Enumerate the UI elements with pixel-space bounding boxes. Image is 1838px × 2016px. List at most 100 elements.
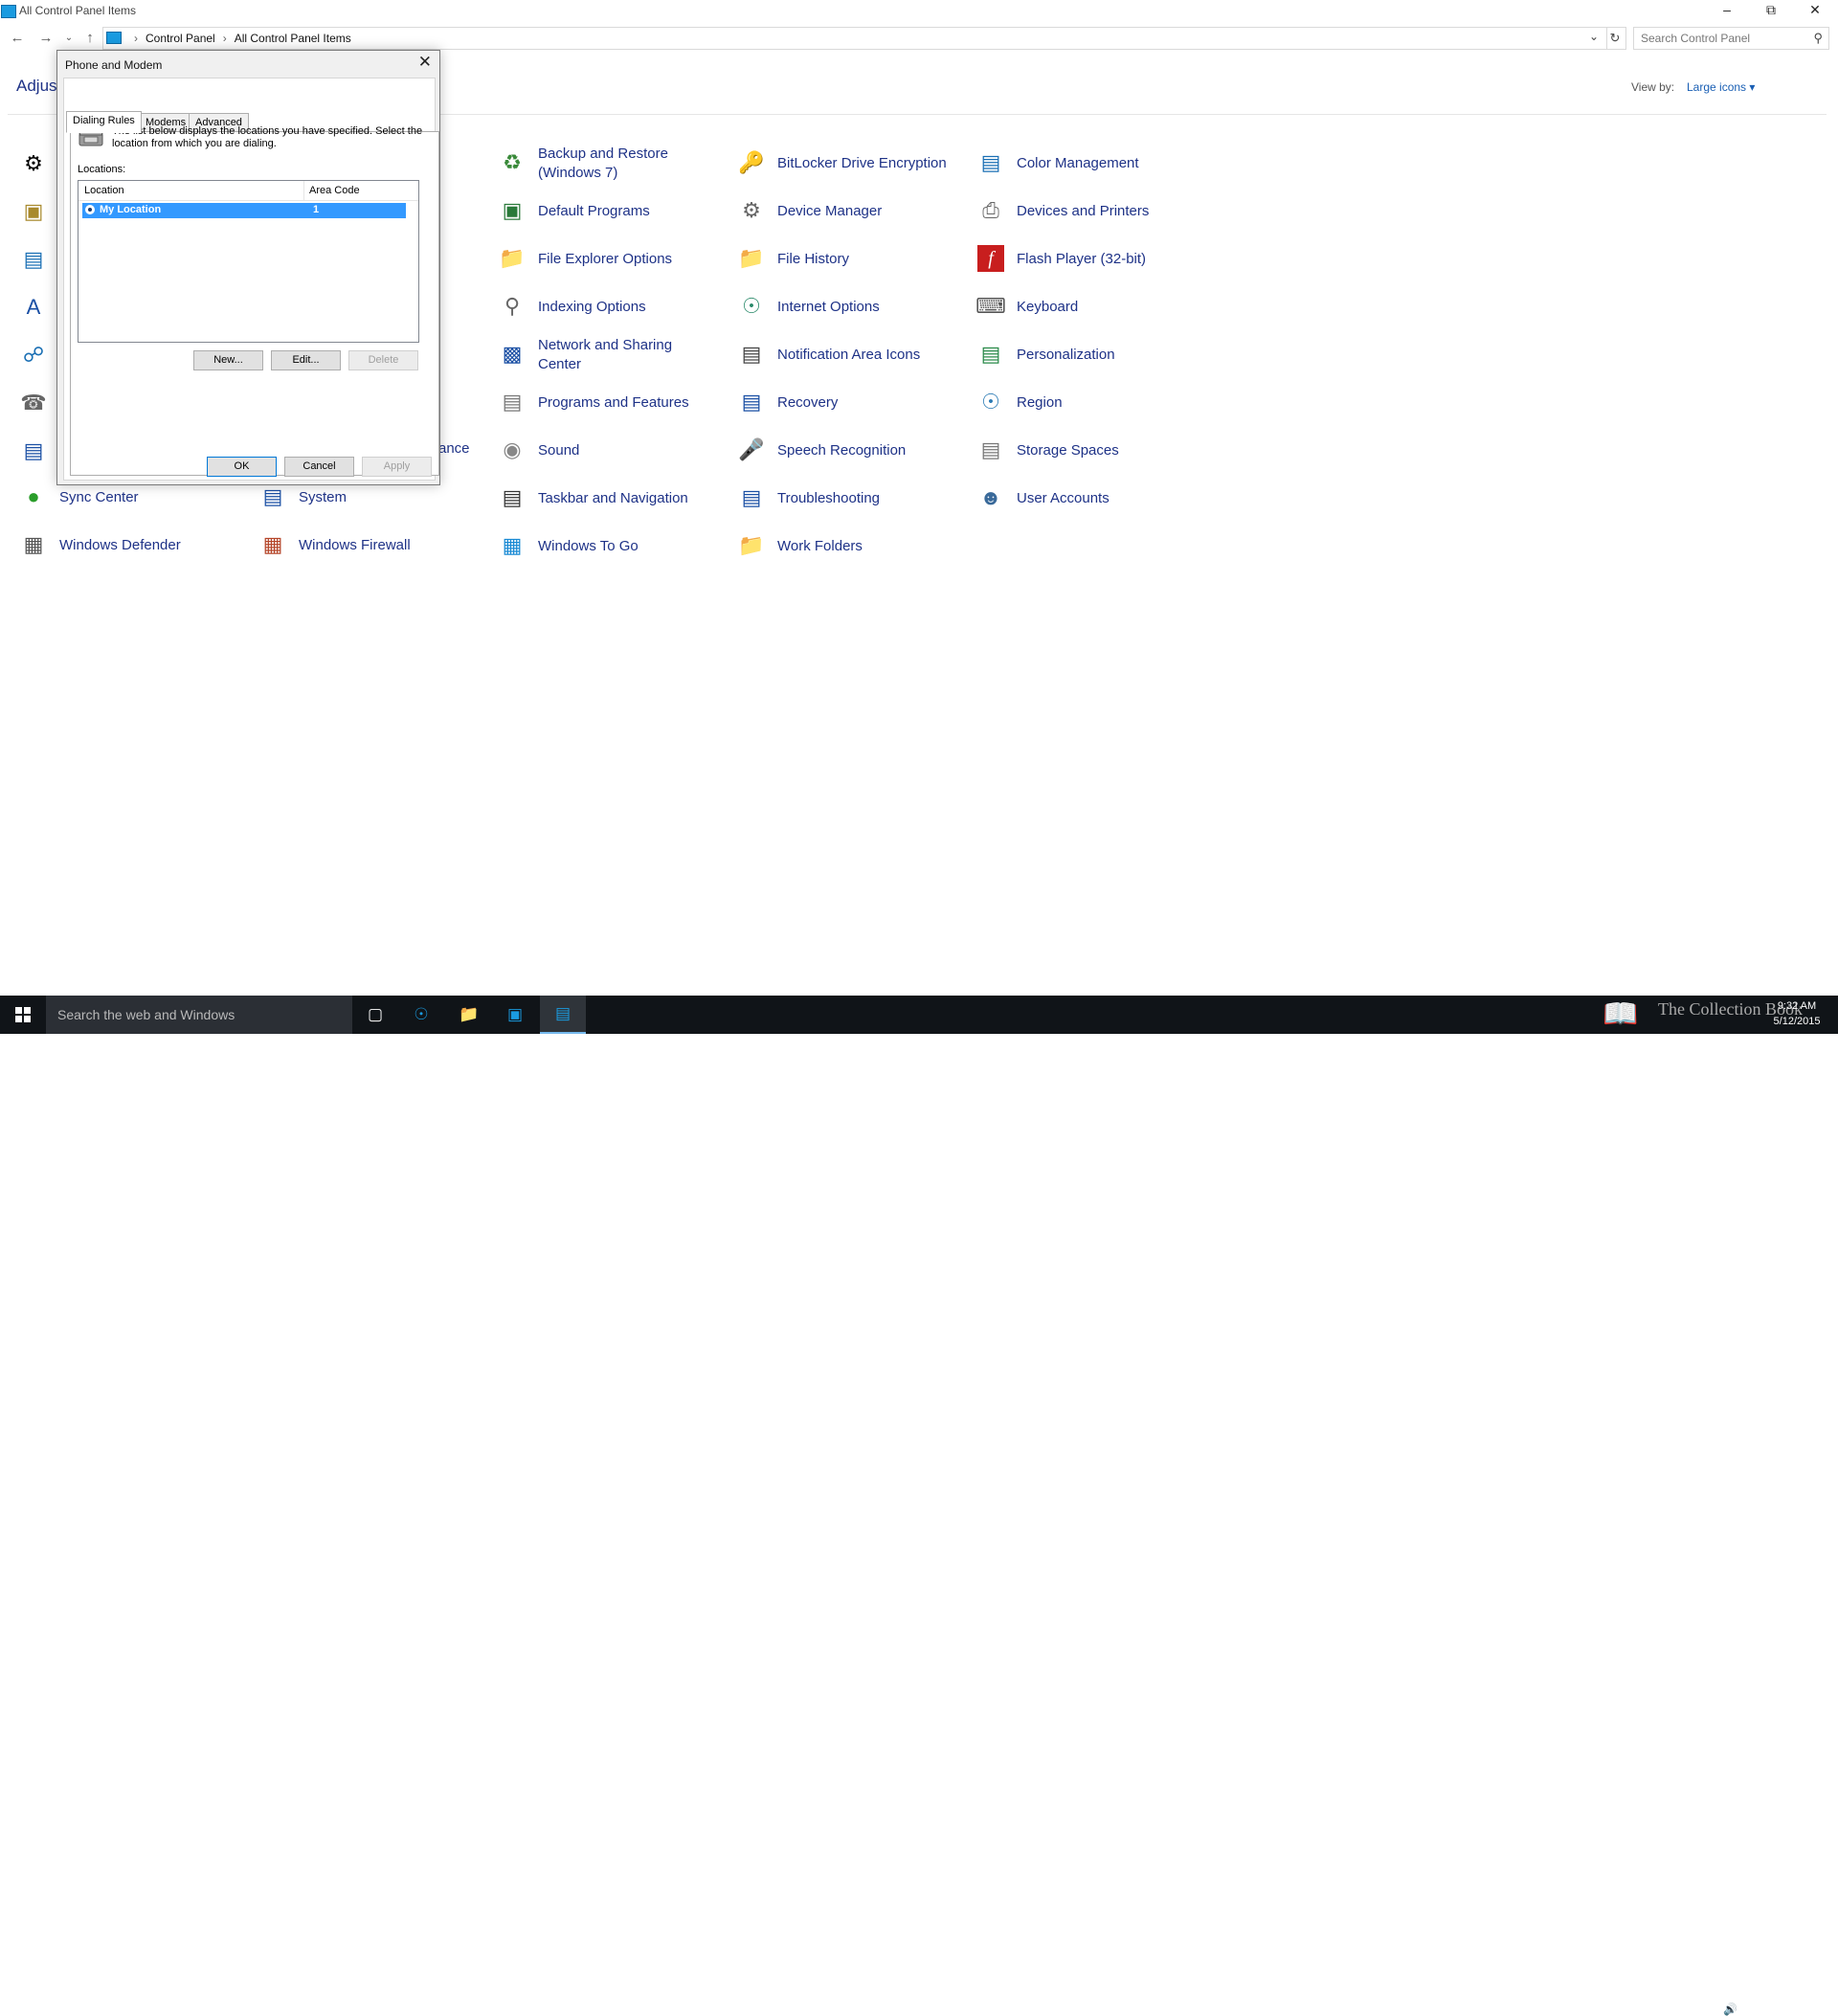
view-by-label: View by: [1631, 80, 1675, 94]
ok-button[interactable]: OK [207, 457, 277, 477]
locations-list[interactable]: Location Area Code My Location 1 [78, 180, 419, 343]
work-folders-icon: 📁 [738, 533, 765, 557]
address-bar[interactable]: › Control Panel › All Control Panel Items ⌄ [102, 27, 1607, 50]
internet-options-icon: ☉ [742, 294, 761, 318]
item-keyboard[interactable]: ⌨ Keyboard [975, 286, 1204, 328]
item-work-folders[interactable]: 📁 Work Folders [735, 526, 965, 568]
edit-button[interactable]: Edit... [271, 350, 341, 370]
volume-icon[interactable]: 🔊 [1723, 2003, 1737, 2016]
new-button[interactable]: New... [193, 350, 263, 370]
item-speech-recognition[interactable]: 🎤 Speech Recognition [735, 430, 965, 472]
phone-modem-icon: ☎ [20, 391, 47, 414]
item-flash-player[interactable]: f Flash Player (32-bit) [975, 238, 1204, 280]
store-icon[interactable]: ▣ [492, 996, 538, 1034]
chevron-down-icon: ▾ [1749, 80, 1756, 94]
item-storage-spaces[interactable]: ▤ Storage Spaces [975, 430, 1204, 472]
item-network-sharing[interactable]: ▩ Network and Sharing Center [496, 334, 726, 376]
item-sound[interactable]: ◉ Sound [496, 430, 726, 472]
chevron-up-icon[interactable]: ˄ [1677, 2003, 1684, 2016]
title-bar: All Control Panel Items – ⧉ ✕ [0, 0, 1838, 22]
item-user-accounts[interactable]: ☻ User Accounts [975, 478, 1204, 520]
item-region[interactable]: ☉ Region [975, 382, 1204, 424]
list-header: Location Area Code [78, 181, 418, 201]
fonts-icon: A [26, 295, 41, 319]
item-troubleshooting[interactable]: ▤ Troubleshooting [735, 478, 965, 520]
item-default-programs[interactable]: ▣ Default Programs [496, 190, 726, 233]
edge-browser-icon[interactable]: ☉ [398, 996, 444, 1034]
control-panel-taskbar-icon[interactable]: ▤ [540, 996, 586, 1034]
taskbar-search-input[interactable]: Search the web and Windows [46, 996, 352, 1034]
item-bitlocker[interactable]: 🔑 BitLocker Drive Encryption [735, 143, 965, 185]
breadcrumb: › Control Panel › All Control Panel Items [134, 32, 351, 45]
item-taskbar-navigation[interactable]: ▤ Taskbar and Navigation [496, 478, 726, 520]
clock[interactable]: 9:32 AM 5/12/2015 [1767, 998, 1827, 1029]
item-device-manager[interactable]: ⚙ Device Manager [735, 190, 965, 233]
item-recovery[interactable]: ▤ Recovery [735, 382, 965, 424]
column-location[interactable]: Location [84, 185, 124, 196]
admin-tools-icon: ⚙ [24, 151, 43, 175]
file-explorer-icon[interactable]: 📁 [446, 996, 492, 1034]
start-button[interactable] [0, 996, 46, 1034]
restore-button[interactable]: ⧉ [1749, 0, 1793, 21]
partial-item-label[interactable]: ance [438, 440, 470, 457]
column-area-code[interactable]: Area Code [309, 185, 360, 196]
item-color-management[interactable]: ▤ Color Management [975, 143, 1204, 185]
programs-icon: ▤ [502, 390, 523, 414]
item-backup-restore[interactable]: ♻ Backup and Restore (Windows 7) [496, 143, 726, 185]
apply-button[interactable]: Apply [362, 457, 432, 477]
system-icon: ▤ [262, 484, 283, 508]
item-notification-area[interactable]: ▤ Notification Area Icons [735, 334, 965, 376]
list-item[interactable]: My Location 1 [82, 203, 406, 218]
display-icon: ▤ [23, 247, 44, 271]
item-programs-features[interactable]: ▤ Programs and Features [496, 382, 726, 424]
forward-button[interactable]: → [36, 29, 56, 48]
color-management-icon: ▤ [980, 150, 1001, 174]
file-history-icon: 📁 [738, 246, 765, 270]
item-personalization[interactable]: ▤ Personalization [975, 334, 1204, 376]
breadcrumb-all-items[interactable]: All Control Panel Items [235, 32, 351, 45]
search-input[interactable]: Search Control Panel ⚲ [1633, 27, 1829, 50]
troubleshooting-icon: ▤ [741, 485, 762, 509]
view-by-dropdown[interactable]: Large icons ▾ [1687, 80, 1755, 94]
network-tray-icon[interactable]: ▤ [1700, 2003, 1711, 2016]
chevron-down-icon[interactable]: ⌄ [1589, 30, 1599, 43]
search-icon[interactable]: ⚲ [1813, 31, 1823, 46]
action-center-icon[interactable]: ▤ [1748, 2003, 1759, 2016]
cancel-button[interactable]: Cancel [284, 457, 354, 477]
storage-icon: ▤ [980, 437, 1001, 461]
item-windows-firewall[interactable]: ▦ Windows Firewall [257, 525, 486, 567]
breadcrumb-control-panel[interactable]: Control Panel [146, 32, 215, 45]
window-title: All Control Panel Items [19, 4, 137, 17]
task-view-icon[interactable]: ▢ [352, 996, 398, 1034]
taskbar-icon: ▤ [502, 485, 523, 509]
item-devices-printers[interactable]: ⎙ Devices and Printers [975, 190, 1204, 233]
book-icon: 📖 [1603, 998, 1639, 1030]
taskbar: Search the web and Windows ▢ ☉ 📁 ▣ ▤ ˄ ▤… [0, 996, 1838, 2016]
keyboard-icon: ⌨ [975, 294, 1006, 318]
close-icon[interactable]: ✕ [418, 53, 432, 72]
tab-dialing-rules[interactable]: Dialing Rules [66, 111, 142, 133]
item-file-explorer-options[interactable]: 📁 File Explorer Options [496, 238, 726, 280]
refresh-button[interactable]: ↻ [1604, 27, 1626, 50]
item-windows-to-go[interactable]: ▦ Windows To Go [496, 526, 726, 568]
item-windows-defender[interactable]: ▦ Windows Defender [17, 525, 247, 567]
autoplay-icon: ▣ [23, 199, 44, 223]
recent-locations-button[interactable]: ⌄ [59, 29, 78, 48]
close-window-button[interactable]: ✕ [1793, 0, 1837, 21]
item-internet-options[interactable]: ☉ Internet Options [735, 286, 965, 328]
backup-restore-icon: ♻ [503, 150, 522, 174]
page-heading: Adjust [16, 77, 62, 95]
folder-options-icon: 📁 [499, 246, 526, 270]
default-programs-icon: ▣ [502, 198, 523, 222]
control-panel-icon [106, 32, 122, 44]
dialog-title: Phone and Modem [65, 58, 163, 72]
item-file-history[interactable]: 📁 File History [735, 238, 965, 280]
delete-button[interactable]: Delete [348, 350, 418, 370]
minimize-button[interactable]: – [1705, 0, 1749, 21]
up-button[interactable]: ↑ [80, 29, 100, 48]
back-button[interactable]: ← [8, 29, 27, 48]
windows-to-go-icon: ▦ [502, 533, 523, 557]
phone-modem-dialog: Phone and Modem ✕ Dialing Rules Modems A… [56, 50, 440, 485]
personalization-icon: ▤ [980, 342, 1001, 366]
item-indexing-options[interactable]: ⚲ Indexing Options [496, 286, 726, 328]
